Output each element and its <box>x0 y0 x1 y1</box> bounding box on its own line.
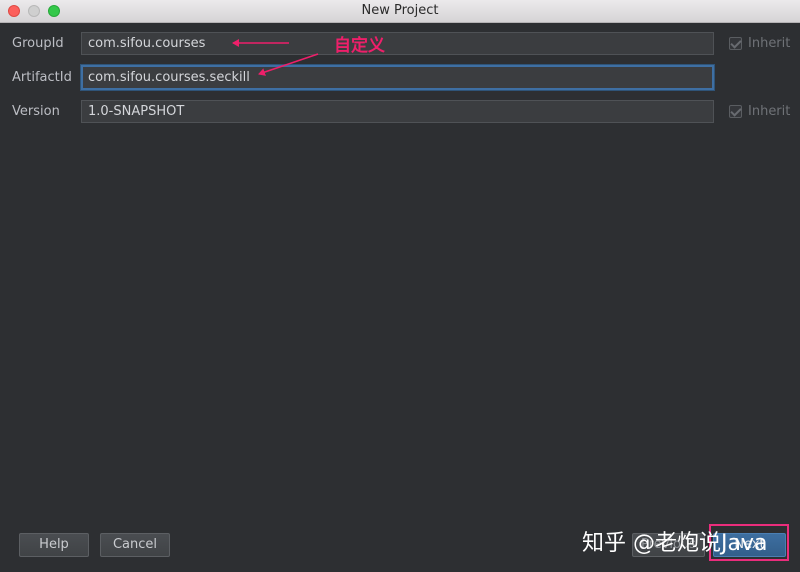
group-id-inherit-checkbox[interactable] <box>729 36 742 50</box>
watermark: 知乎 @老炮说Java <box>582 531 768 556</box>
title-bar: New Project <box>0 0 800 23</box>
group-id-inherit-label: Inherit <box>748 35 791 51</box>
new-project-window: New Project GroupId Inherit ArtifactId V… <box>0 0 800 572</box>
version-inherit-label: Inherit <box>748 103 791 119</box>
artifact-id-label: ArtifactId <box>12 70 72 85</box>
window-title: New Project <box>361 3 439 18</box>
version-label: Version <box>12 104 60 119</box>
group-id-label: GroupId <box>12 36 64 51</box>
version-input[interactable] <box>81 100 714 123</box>
version-inherit[interactable]: Inherit <box>729 103 790 119</box>
group-id-inherit[interactable]: Inherit <box>729 35 790 51</box>
help-button[interactable]: Help <box>19 533 89 557</box>
version-inherit-checkbox[interactable] <box>729 104 742 118</box>
cancel-button[interactable]: Cancel <box>100 533 170 557</box>
group-id-input[interactable] <box>81 32 714 55</box>
artifact-id-input[interactable] <box>81 65 714 90</box>
annotation-text: 自定义 <box>334 36 385 56</box>
